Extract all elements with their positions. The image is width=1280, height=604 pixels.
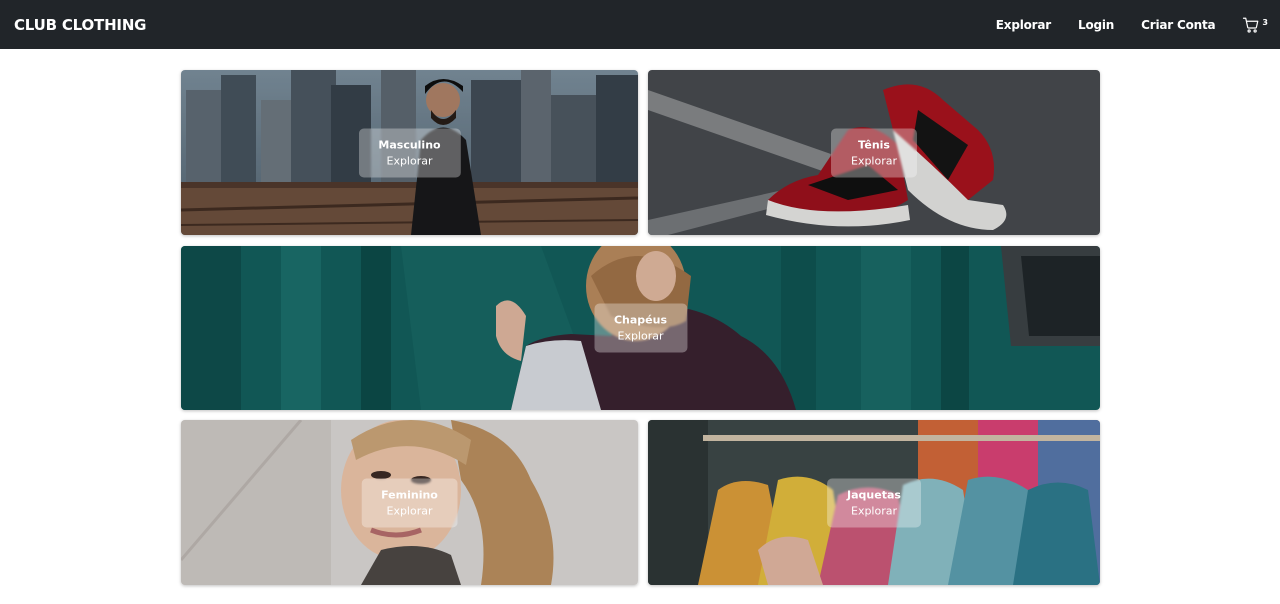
category-label-box[interactable]: Tênis Explorar <box>830 128 918 177</box>
category-card-chapeus[interactable]: Chapéus Explorar <box>181 246 1100 410</box>
category-card-jaquetas[interactable]: Jaquetas Explorar <box>648 420 1100 585</box>
category-title: Tênis <box>858 138 890 151</box>
category-label-box[interactable]: Feminino Explorar <box>361 478 458 527</box>
shopping-cart-icon <box>1242 16 1260 34</box>
category-title: Feminino <box>381 488 438 501</box>
category-explore-link[interactable]: Explorar <box>381 504 438 517</box>
category-explore-link[interactable]: Explorar <box>851 154 897 167</box>
category-card-masculino[interactable]: Masculino Explorar <box>181 70 638 235</box>
cart-count-badge: 3 <box>1262 17 1268 27</box>
category-label-box[interactable]: Jaquetas Explorar <box>827 478 921 527</box>
category-explore-link[interactable]: Explorar <box>378 154 440 167</box>
cart-button[interactable]: 3 <box>1242 16 1268 34</box>
category-card-tenis[interactable]: Tênis Explorar <box>648 70 1100 235</box>
top-navbar: CLUB CLOTHING Explorar Login Criar Conta… <box>0 0 1280 49</box>
category-title: Jaquetas <box>847 488 901 501</box>
category-label-box[interactable]: Chapéus Explorar <box>593 303 688 353</box>
category-title: Masculino <box>378 138 441 151</box>
category-card-feminino[interactable]: Feminino Explorar <box>181 420 638 585</box>
category-label-box[interactable]: Masculino Explorar <box>358 128 461 177</box>
nav-link-criar-conta[interactable]: Criar Conta <box>1141 18 1215 32</box>
category-explore-link[interactable]: Explorar <box>847 504 901 517</box>
category-explore-link[interactable]: Explorar <box>614 330 667 343</box>
nav-links: Explorar Login Criar Conta 3 <box>969 16 1268 34</box>
brand-logo[interactable]: CLUB CLOTHING <box>14 16 146 34</box>
category-title: Chapéus <box>613 313 668 327</box>
nav-link-login[interactable]: Login <box>1078 18 1114 32</box>
nav-link-explorar[interactable]: Explorar <box>996 18 1051 32</box>
